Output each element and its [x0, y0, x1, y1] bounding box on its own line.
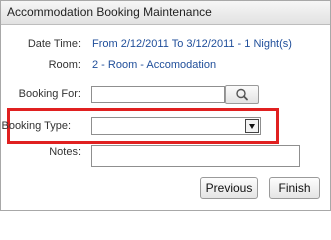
- booking-type-label: Booking Type:: [1, 120, 71, 132]
- room-value: 2 - Room - Accomodation: [92, 59, 217, 71]
- notes-label: Notes:: [49, 146, 81, 158]
- booking-for-input[interactable]: [91, 86, 225, 103]
- booking-dialog: Accommodation Booking Maintenance Date T…: [0, 0, 331, 211]
- booking-for-lookup-button[interactable]: [225, 85, 259, 104]
- finish-button[interactable]: Finish: [269, 177, 320, 199]
- room-label: Room:: [48, 59, 81, 71]
- date-time-value: From 2/12/2011 To 3/12/2011 - 1 Night(s): [92, 38, 292, 50]
- date-time-label: Date Time:: [27, 38, 81, 50]
- dialog-title: Accommodation Booking Maintenance: [7, 5, 212, 19]
- previous-button[interactable]: Previous: [200, 177, 258, 199]
- booking-type-select[interactable]: [91, 117, 261, 135]
- chevron-down-icon[interactable]: [245, 119, 259, 133]
- booking-for-label: Booking For:: [18, 88, 81, 100]
- notes-input[interactable]: [91, 145, 300, 167]
- search-icon: [236, 88, 248, 101]
- dialog-titlebar: Accommodation Booking Maintenance: [1, 1, 330, 25]
